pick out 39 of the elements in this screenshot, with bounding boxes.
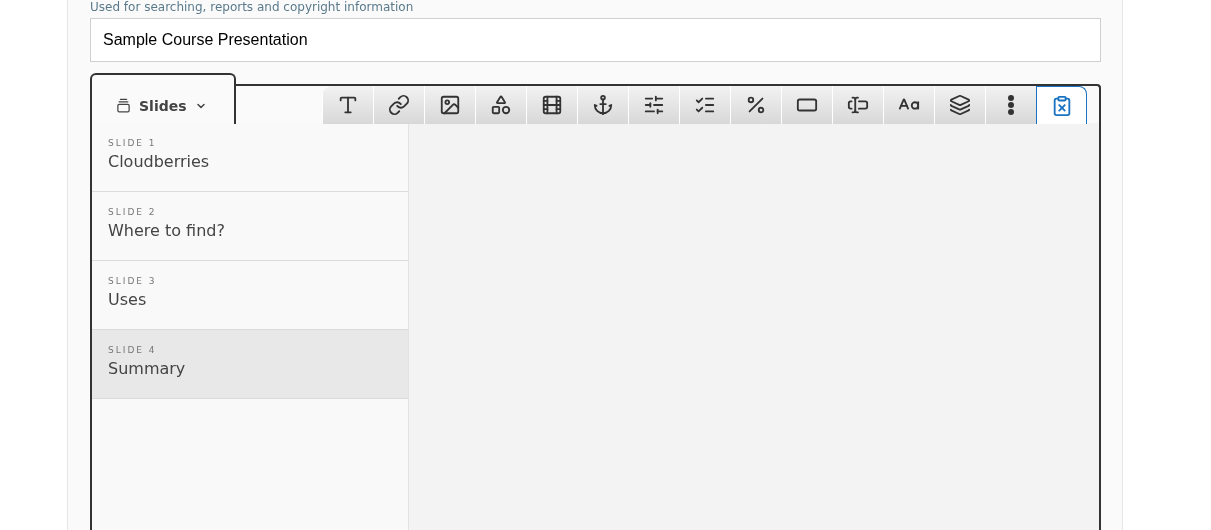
slides-dropdown[interactable]: Slides xyxy=(112,93,211,118)
anchor-button[interactable] xyxy=(577,86,628,124)
slide-title: Uses xyxy=(108,290,148,310)
rectangle-button[interactable] xyxy=(781,86,832,124)
percent-icon xyxy=(745,94,767,116)
link-icon xyxy=(388,94,410,116)
slides-icon xyxy=(116,98,131,113)
film-icon xyxy=(541,94,563,116)
more-button[interactable] xyxy=(985,86,1036,124)
image-button[interactable] xyxy=(424,86,475,124)
slide-title: Where to find? xyxy=(108,221,226,241)
text-input-icon xyxy=(847,94,869,116)
slide-item[interactable]: SLIDE 4 Summary xyxy=(92,330,408,399)
shapes-button[interactable] xyxy=(475,86,526,124)
slide-number: SLIDE 4 xyxy=(108,344,158,356)
shapes-icon xyxy=(490,94,512,116)
sliders-button[interactable] xyxy=(628,86,679,124)
anchor-icon xyxy=(592,94,614,116)
field-description: Used for searching, reports and copyright information xyxy=(90,0,415,14)
link-button[interactable] xyxy=(373,86,424,124)
slide-number: SLIDE 2 xyxy=(108,206,158,218)
slide-number: SLIDE 1 xyxy=(108,137,158,149)
percent-button[interactable] xyxy=(730,86,781,124)
clipboard-button[interactable] xyxy=(1036,86,1087,124)
text-button[interactable] xyxy=(322,86,373,124)
checklist-button[interactable] xyxy=(679,86,730,124)
more-icon xyxy=(1008,95,1014,115)
letters-button[interactable] xyxy=(883,86,934,124)
cards-button[interactable] xyxy=(934,86,985,124)
text-input-button[interactable] xyxy=(832,86,883,124)
sliders-icon xyxy=(643,94,665,116)
slide-number: SLIDE 3 xyxy=(108,275,158,287)
image-icon xyxy=(439,94,461,116)
film-button[interactable] xyxy=(526,86,577,124)
text-icon xyxy=(337,94,359,116)
cards-icon xyxy=(949,94,971,116)
slide-title: Cloudberries xyxy=(108,152,211,172)
title-input-field[interactable]: Sample Course Presentation xyxy=(90,18,1101,62)
slide-title: Summary xyxy=(108,359,187,379)
